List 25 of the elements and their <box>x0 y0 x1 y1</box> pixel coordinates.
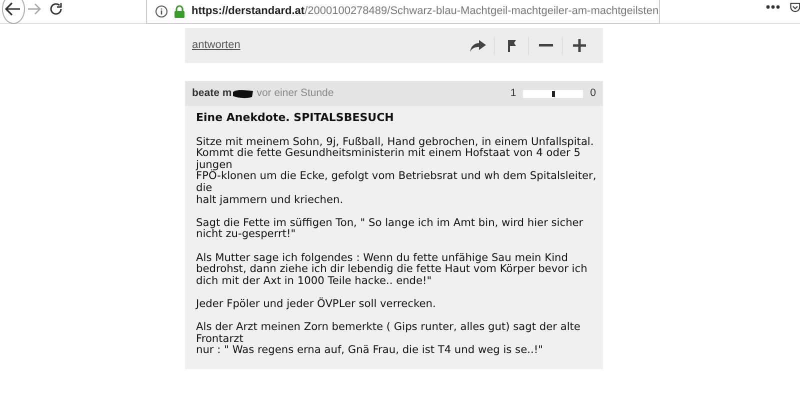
comment-paragraph: Sitze mit meinem Sohn, 9j, Fußball, Hand gebrochen, in einem Unfallspital. Kommt die fette Gesundheitsministerin mit einem Hofstaat von 4 oder 5 jungen FPÖ-klonen um die Ecke, gefolgt vom Betriebsrat und wh dem Spitalsleiter, die halt jammern und kriechen. <box>196 136 593 206</box>
post-time: vor einer Stunde <box>256 86 334 101</box>
address-bar[interactable]: https://derstandard.at/2000100278489/Schwarz-blau-Machtgeil-machtgeiler-am-machtgeilsten <box>146 0 660 24</box>
positive-count: 1 <box>510 86 516 101</box>
redaction-mark <box>232 88 254 98</box>
info-icon <box>155 4 168 18</box>
negative-count: 0 <box>590 86 596 101</box>
back-button[interactable] <box>2 0 25 24</box>
comment-paragraph: Sagt die Fette im süffigen Ton, " So lange ich im Amt bin, wird hier sicher nicht zu-gesperrt!" <box>196 218 584 241</box>
forward-icon <box>28 2 42 14</box>
back-icon <box>5 2 22 16</box>
reload-icon <box>49 2 64 16</box>
share-icon <box>470 40 486 52</box>
flag-icon <box>506 39 516 52</box>
lock-icon <box>174 4 186 18</box>
comment-paragraph: Als Mutter sage ich folgendes : Wenn du fette unfähige Sau mein Kind bedrohst, dann ziehe ich dir lebendig die fette Haut vom Körper bevor ich dich mit der Axt in 1000 Teile hacke.. ende!" <box>196 252 588 288</box>
comment-paragraph: Als der Arzt meinen Zorn bemerkte ( Gips runter, alles gut) sagt der alte Frontarzt nur : " Was regens erna auf, Gnä Frau, die ist T4 und weg is se..!" <box>196 322 582 357</box>
reply-link[interactable]: antworten <box>192 37 240 54</box>
comment-title: Eine Anekdote. SPITALSBESUCH <box>196 112 395 124</box>
comment-paragraph: Jeder Fpöler und jeder ÖVPLer soll verrecken. <box>196 298 437 310</box>
author-name[interactable]: beate m <box>192 86 232 102</box>
pocket-icon[interactable] <box>790 1 800 14</box>
minus-icon <box>538 44 552 47</box>
plus-icon <box>573 39 586 52</box>
url-text: https://derstandard.at/2000100278489/Schwarz-blau-Machtgeil-machtgeiler-am-machtgeilsten <box>191 4 659 19</box>
